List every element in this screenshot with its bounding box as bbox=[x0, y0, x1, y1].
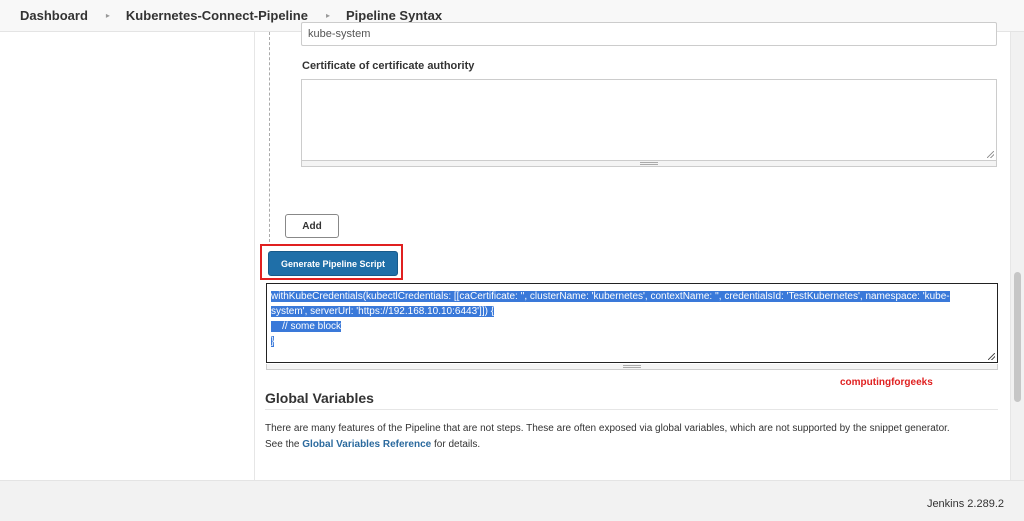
resize-handle-icon[interactable] bbox=[987, 151, 994, 158]
script-resize-bar[interactable] bbox=[266, 364, 998, 370]
breadcrumb-item-pipeline-syntax[interactable]: Pipeline Syntax bbox=[346, 8, 442, 23]
breadcrumb-item-dashboard[interactable]: Dashboard bbox=[20, 8, 88, 23]
global-variables-heading: Global Variables bbox=[265, 390, 374, 406]
script-line: system', serverUrl: 'https://192.168.10.… bbox=[271, 306, 495, 317]
property-group-border bbox=[269, 32, 270, 242]
script-line: } bbox=[271, 336, 275, 347]
certificate-label: Certificate of certificate authority bbox=[302, 60, 475, 72]
resize-handle-icon[interactable] bbox=[988, 353, 995, 360]
scrollbar-thumb[interactable] bbox=[1014, 272, 1021, 402]
script-line: // some block bbox=[271, 321, 342, 332]
generated-script-textarea[interactable]: withKubeCredentials(kubectlCredentials: … bbox=[266, 283, 998, 363]
grip-icon bbox=[623, 365, 641, 368]
footer: Jenkins 2.289.2 bbox=[0, 480, 1024, 521]
breadcrumb-separator-icon: ▸ bbox=[325, 11, 330, 20]
script-line: withKubeCredentials(kubectlCredentials: … bbox=[271, 291, 950, 302]
vertical-scrollbar[interactable] bbox=[1010, 32, 1024, 480]
namespace-input[interactable] bbox=[301, 22, 997, 46]
global-variables-reference-link[interactable]: Global Variables Reference bbox=[302, 439, 431, 450]
breadcrumb-item-job[interactable]: Kubernetes-Connect-Pipeline bbox=[126, 8, 308, 23]
add-button[interactable]: Add bbox=[285, 214, 339, 238]
breadcrumb-separator-icon: ▸ bbox=[105, 11, 110, 20]
watermark: computingforgeeks bbox=[840, 377, 933, 388]
grip-icon bbox=[640, 162, 658, 165]
global-variables-description: There are many features of the Pipeline … bbox=[265, 423, 950, 450]
jenkins-version-link[interactable]: Jenkins 2.289.2 bbox=[927, 498, 1004, 510]
divider bbox=[265, 409, 998, 410]
certificate-resize-bar[interactable] bbox=[301, 161, 997, 167]
generate-pipeline-script-button[interactable]: Generate Pipeline Script bbox=[268, 251, 398, 276]
certificate-textarea[interactable] bbox=[301, 79, 997, 161]
side-panel-divider bbox=[254, 32, 255, 480]
